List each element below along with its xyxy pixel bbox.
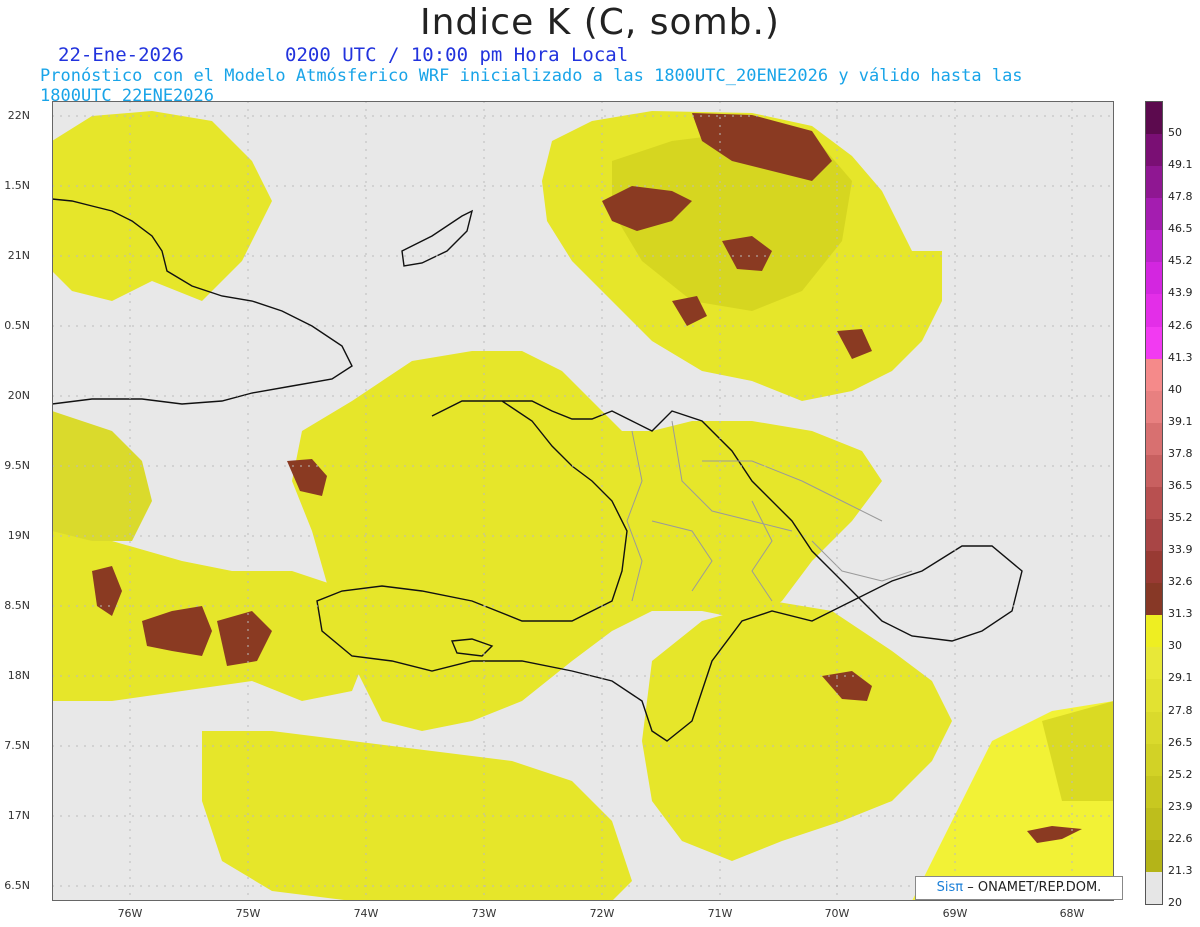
colorbar [1145,101,1163,905]
colorbar-label: 21.3 [1168,863,1193,877]
lon-label: 70W [824,907,850,920]
colorbar-segment [1146,166,1162,199]
colorbar-label: 37.8 [1168,446,1193,460]
colorbar-label: 33.9 [1168,543,1193,557]
colorbar-label: 42.6 [1168,318,1193,332]
lat-label: 6.5N [4,879,30,892]
forecast-time: 0200 UTC / 10:00 pm Hora Local [285,44,629,66]
colorbar-segment [1146,807,1162,841]
lat-label: 21N [7,249,30,262]
colorbar-segment [1146,839,1162,873]
colorbar-segment [1146,486,1162,520]
lat-label: 0.5N [4,319,30,332]
colorbar-label: 20 [1168,896,1182,909]
colorbar-label: 27.8 [1168,703,1193,717]
lon-label: 72W [589,907,615,920]
colorbar-label: 25.2 [1168,767,1193,781]
lat-label: 8.5N [4,599,30,612]
colorbar-segment [1146,422,1162,456]
colorbar-segment [1146,519,1162,552]
colorbar-segment [1146,390,1162,424]
lat-label: 9.5N [4,459,30,472]
lat-label: 20N [7,389,30,402]
colorbar-label: 29.1 [1168,671,1193,685]
colorbar-segment [1146,454,1162,488]
colorbar-segment [1146,294,1162,328]
lat-label: 22N [7,109,30,122]
colorbar-label: 22.6 [1168,831,1193,845]
colorbar-segment [1146,615,1162,648]
colorbar-label: 35.2 [1168,511,1193,525]
forecast-date: 22-Ene-2026 [58,44,184,66]
colorbar-segment [1146,326,1162,360]
colorbar-segment [1146,647,1162,680]
lon-label: 71W [707,907,733,920]
colorbar-label: 30 [1168,639,1182,653]
colorbar-segment [1146,551,1162,584]
colorbar-segment [1146,775,1162,809]
lat-label: 7.5N [4,739,30,752]
lat-label: 19N [7,529,30,542]
colorbar-label: 26.5 [1168,735,1193,749]
colorbar-label: 45.2 [1168,254,1193,268]
lon-label: 69W [942,907,968,920]
lon-label: 74W [353,907,379,920]
colorbar-label: 41.3 [1168,350,1193,364]
colorbar-segment [1146,262,1162,295]
colorbar-label: 36.5 [1168,478,1193,492]
map-panel [51,101,1114,901]
colorbar-label: 32.6 [1168,575,1193,589]
colorbar-label: 49.1 [1168,158,1193,172]
colorbar-segment [1146,679,1162,713]
colorbar-segment [1146,358,1162,392]
lon-label: 75W [235,907,261,920]
map-title: Indice K (C, somb.) [420,2,780,43]
colorbar-segment [1146,711,1162,745]
colorbar-segment [1146,134,1162,167]
colorbar-segment [1146,198,1162,231]
colorbar-segment [1146,230,1162,263]
lon-label: 73W [471,907,497,920]
colorbar-segment [1146,583,1162,616]
credit-box: Sisπ – ONAMET/REP.DOM. [915,876,1123,900]
lat-label: 1.5N [4,179,30,192]
lon-label: 76W [117,907,143,920]
model-info: Pronóstico con el Modelo Atmósferico WRF… [40,66,1023,106]
colorbar-segment [1146,102,1162,135]
colorbar-segment [1146,871,1162,905]
lon-label: 68W [1059,907,1085,920]
lat-label: 17N [7,809,30,822]
colorbar-label: 31.3 [1168,607,1193,621]
colorbar-label: 47.8 [1168,190,1193,204]
credit-org: – ONAMET/REP.DOM. [967,880,1102,895]
map-canvas [51,101,1114,901]
credit-brand: Sisπ [936,880,964,895]
colorbar-label: 43.9 [1168,286,1193,300]
colorbar-label: 46.5 [1168,222,1193,236]
colorbar-label: 23.9 [1168,799,1193,813]
colorbar-label: 50 [1168,126,1182,140]
lat-label: 18N [7,669,30,682]
colorbar-label: 40 [1168,382,1182,396]
colorbar-segment [1146,743,1162,777]
colorbar-label: 39.1 [1168,414,1193,428]
